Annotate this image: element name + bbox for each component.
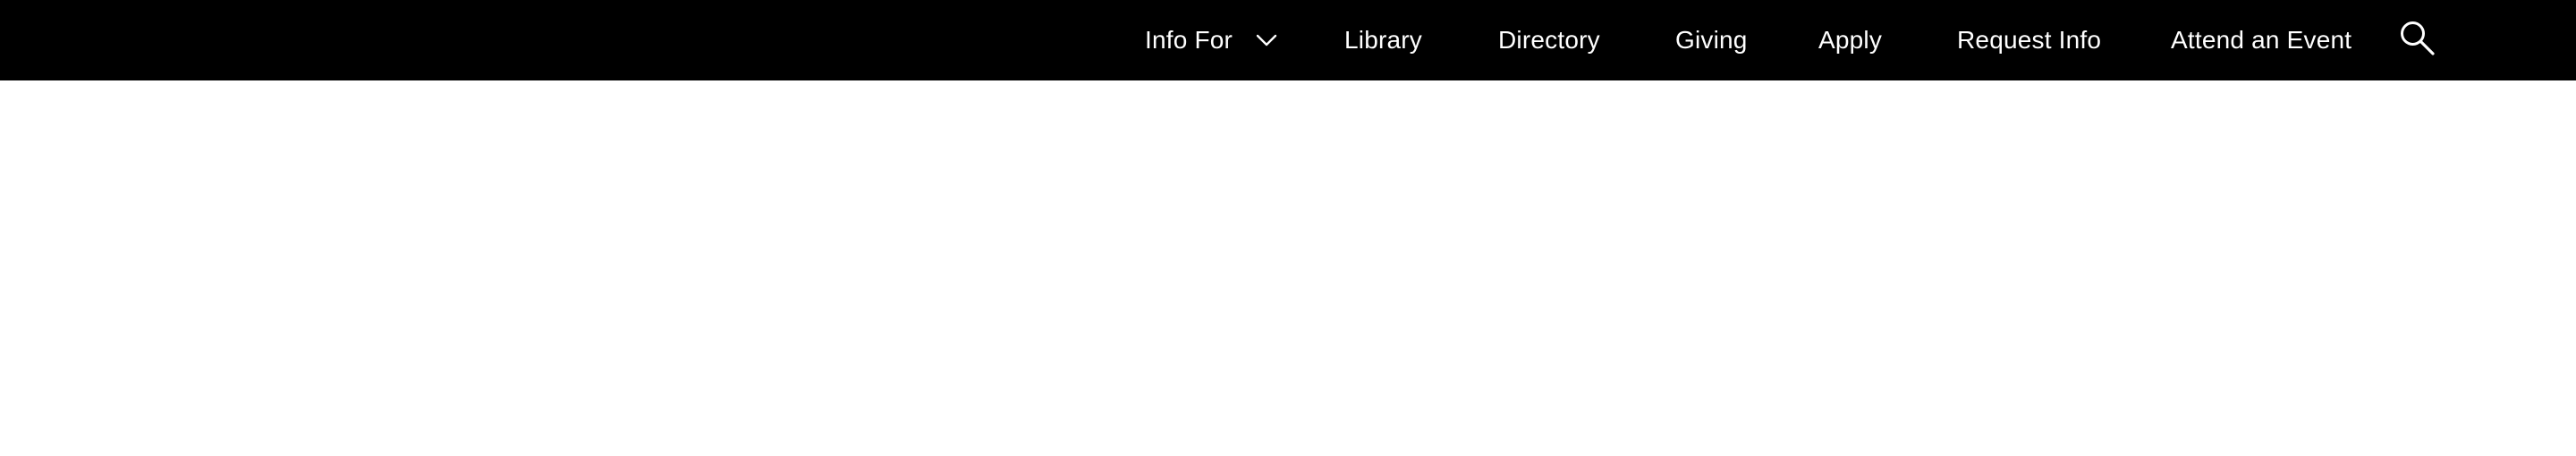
nav-info-for-label: Info For — [1145, 26, 1233, 54]
search-button[interactable] — [2397, 20, 2436, 59]
nav-library-label: Library — [1344, 26, 1422, 54]
nav-request-info-link[interactable]: Request Info — [1957, 0, 2101, 80]
chevron-down-icon — [1256, 34, 1277, 46]
nav-directory-link[interactable]: Directory — [1498, 0, 1600, 80]
nav-info-for-dropdown[interactable]: Info For — [1145, 0, 1277, 80]
search-icon — [2398, 19, 2436, 61]
nav-apply-link[interactable]: Apply — [1818, 0, 1882, 80]
nav-attend-event-label: Attend an Event — [2171, 26, 2352, 54]
nav-directory-label: Directory — [1498, 26, 1600, 54]
nav-request-info-label: Request Info — [1957, 26, 2102, 54]
nav-library-link[interactable]: Library — [1344, 0, 1422, 80]
nav-giving-link[interactable]: Giving — [1675, 0, 1748, 80]
page-content-area — [0, 80, 2576, 456]
top-navigation-bar: Info For Library Directory Giving Apply … — [0, 0, 2576, 80]
nav-apply-label: Apply — [1818, 26, 1883, 54]
nav-giving-label: Giving — [1675, 26, 1748, 54]
utility-nav: Info For Library Directory Giving Apply … — [0, 0, 2576, 80]
nav-attend-event-link[interactable]: Attend an Event — [2171, 0, 2351, 80]
